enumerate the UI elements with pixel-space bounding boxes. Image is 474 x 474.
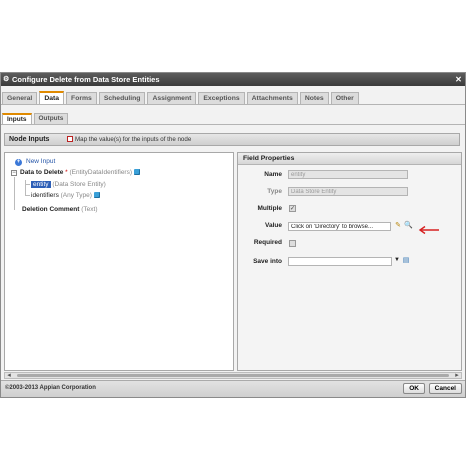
edit-expression-icon[interactable]: ✎	[394, 222, 402, 230]
tab-scheduling[interactable]: Scheduling	[98, 92, 146, 104]
subtab-divider	[1, 124, 465, 125]
tree-connector	[14, 177, 15, 210]
save-into-field[interactable]	[288, 257, 392, 266]
new-input-link[interactable]: + New Input	[15, 157, 55, 166]
deletion-comment-label: Deletion Comment	[22, 206, 80, 213]
subtab-outputs[interactable]: Outputs	[33, 113, 69, 124]
node-inputs-header: Node Inputs Map the value(s) for the inp…	[4, 133, 460, 146]
identifiers-label: identifiers	[31, 192, 59, 199]
save-into-browse-icon[interactable]: ▤	[402, 257, 410, 265]
multiple-checkbox: ✓	[289, 205, 296, 212]
chevron-left-icon[interactable]: ◂	[5, 372, 13, 379]
tree-connector	[25, 195, 30, 196]
data-to-delete-type: (EntityDataIdentifiers)	[69, 169, 133, 176]
value-label: Value	[265, 222, 282, 229]
cancel-button[interactable]: Cancel	[428, 383, 462, 394]
data-type-icon	[134, 169, 141, 175]
deletion-comment-type: (Text)	[81, 206, 98, 213]
info-icon	[67, 136, 73, 142]
entity-type: (Data Store Entity)	[52, 181, 106, 188]
multiple-label: Multiple	[257, 205, 282, 212]
node-inputs-hint: Map the value(s) for the inputs of the n…	[67, 134, 191, 146]
collapse-icon[interactable]: −	[11, 170, 17, 176]
scroll-thumb[interactable]	[17, 374, 449, 377]
field-properties-panel: Field Properties Name Type Multiple ✓ Va…	[237, 152, 462, 371]
dialog-titlebar: ⚙ Configure Delete from Data Store Entit…	[1, 73, 465, 86]
required-checkbox	[289, 240, 296, 247]
new-input-label: New Input	[26, 158, 56, 165]
chevron-down-icon[interactable]: ▼	[394, 257, 400, 263]
name-label: Name	[264, 171, 282, 178]
app-icon: ⚙	[3, 76, 10, 83]
tab-exceptions[interactable]: Exceptions	[198, 92, 245, 104]
horizontal-scrollbar[interactable]: ◂ ▸	[4, 372, 462, 379]
data-to-delete-label: Data to Delete	[20, 169, 64, 176]
tab-general[interactable]: General	[2, 92, 38, 104]
sub-tabs: Inputs Outputs	[2, 113, 70, 124]
data-type-icon	[93, 192, 100, 198]
required-marker: *	[65, 169, 68, 176]
configure-dialog: ⚙ Configure Delete from Data Store Entit…	[0, 72, 466, 398]
identifiers-type: (Any Type)	[60, 192, 92, 199]
tab-attachments[interactable]: Attachments	[246, 92, 298, 104]
inputs-tree-panel: + New Input − Data to Delete * (EntityData…	[4, 152, 234, 371]
field-properties-title: Field Properties	[238, 153, 461, 165]
directory-browse-icon[interactable]: 🔍	[404, 222, 413, 230]
tab-data[interactable]: Data	[39, 91, 65, 104]
save-into-label: Save into	[253, 258, 282, 265]
dialog-footer: ©2003-2013 Appian Corporation OK Cancel	[1, 380, 465, 397]
tree-item-identifiers[interactable]: identifiers (Any Type)	[31, 191, 100, 200]
tree-item-deletion-comment[interactable]: Deletion Comment (Text)	[22, 205, 97, 214]
ok-button[interactable]: OK	[403, 383, 425, 394]
tab-forms[interactable]: Forms	[66, 92, 97, 104]
close-icon[interactable]: ✕	[454, 75, 463, 84]
main-tabs: General Data Forms Scheduling Assignment…	[2, 91, 361, 104]
annotation-arrow-icon	[418, 225, 439, 235]
name-field	[288, 170, 408, 179]
chevron-right-icon[interactable]: ▸	[453, 372, 461, 379]
value-field[interactable]	[288, 222, 391, 231]
entity-label: entity	[31, 181, 51, 188]
tab-assignment[interactable]: Assignment	[147, 92, 197, 104]
type-label: Type	[267, 188, 282, 195]
tree-item-entity[interactable]: entity (Data Store Entity)	[31, 180, 106, 189]
tab-notes[interactable]: Notes	[299, 92, 329, 104]
subtab-inputs[interactable]: Inputs	[2, 113, 32, 124]
tree-item-data-to-delete[interactable]: − Data to Delete * (EntityDataIdentifiers…	[11, 168, 141, 177]
node-inputs-hint-text: Map the value(s) for the inputs of the n…	[75, 136, 192, 143]
tree-connector	[25, 180, 26, 195]
required-label: Required	[253, 239, 282, 246]
copyright-text: ©2003-2013 Appian Corporation	[5, 385, 96, 391]
type-field	[288, 187, 408, 196]
tab-divider	[1, 104, 465, 105]
tab-other[interactable]: Other	[330, 92, 359, 104]
dialog-title: Configure Delete from Data Store Entitie…	[12, 75, 160, 84]
node-inputs-title: Node Inputs	[9, 136, 50, 143]
add-icon: +	[15, 159, 22, 166]
tree-connector	[25, 184, 30, 185]
